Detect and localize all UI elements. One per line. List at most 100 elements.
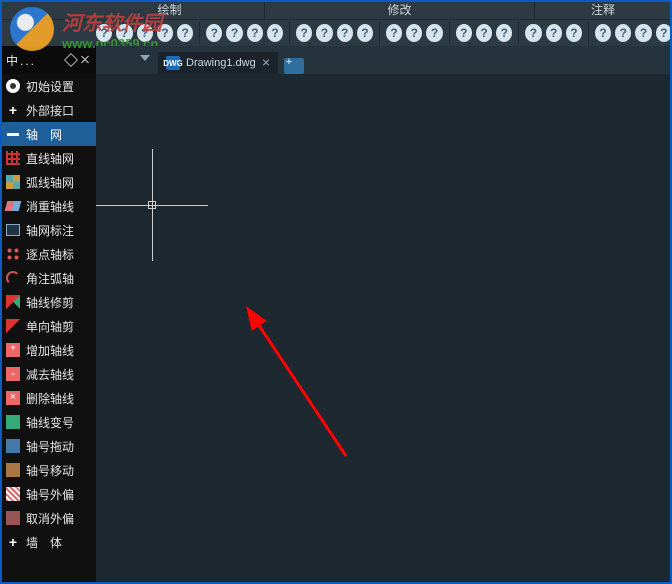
tool-label: 轴网标注 xyxy=(26,222,74,239)
ribbon-tool-icon[interactable]: ? xyxy=(635,24,651,42)
ribbon-tool-icon[interactable]: ? xyxy=(456,24,472,42)
ribbon-tool-icon[interactable]: ? xyxy=(386,24,402,42)
tool-item-19[interactable]: +墙 体 xyxy=(0,530,96,554)
ribbon-separator xyxy=(199,22,200,44)
addln-icon xyxy=(5,342,21,358)
tool-item-17[interactable]: 轴号外偏 xyxy=(0,482,96,506)
tool-label: 消重轴线 xyxy=(26,198,74,215)
tool-item-12[interactable]: 减去轴线 xyxy=(0,362,96,386)
tool-item-9[interactable]: 轴线修剪 xyxy=(0,290,96,314)
tool-label: 轴线变号 xyxy=(26,414,74,431)
tool-item-16[interactable]: 轴号移动 xyxy=(0,458,96,482)
ribbon-tool-icon[interactable]: ? xyxy=(496,24,512,42)
ribbon-tool-icon[interactable]: ? xyxy=(157,24,173,42)
ribbon-tool-icon[interactable]: ? xyxy=(177,24,193,42)
tool-item-1[interactable]: + 外部接口 xyxy=(0,98,96,122)
ribbon-tool-icon[interactable]: ? xyxy=(595,24,611,42)
tool-item-11[interactable]: 增加轴线 xyxy=(0,338,96,362)
tool-label: 外部接口 xyxy=(26,102,74,119)
plus-icon: + xyxy=(5,102,21,118)
ribbon-tool-icon[interactable]: ? xyxy=(116,24,132,42)
ribbon-tool-icon[interactable]: ? xyxy=(426,24,442,42)
plus-icon: + xyxy=(5,534,21,550)
tool-item-14[interactable]: 轴线变号 xyxy=(0,410,96,434)
subln-icon xyxy=(5,366,21,382)
drawing-viewport[interactable]: DWG Drawing1.dwg xyxy=(96,46,672,584)
ribbon-tool-icon[interactable]: ? xyxy=(615,24,631,42)
minus-icon xyxy=(5,126,21,142)
ribbon-tool-icon[interactable]: ? xyxy=(476,24,492,42)
ribbon-toolbar: ?????????????????????????? xyxy=(0,20,672,46)
tool-label: 初始设置 xyxy=(26,78,74,95)
tool-label: 轴号移动 xyxy=(26,462,74,479)
tool-label: 逐点轴标 xyxy=(26,246,74,263)
tool-label: 轴线修剪 xyxy=(26,294,74,311)
tab-filename: Drawing1.dwg xyxy=(186,57,256,69)
ribbon-tool-icon[interactable]: ? xyxy=(296,24,312,42)
ribbon-tool-icon[interactable]: ? xyxy=(357,24,373,42)
ribbon-tool-icon[interactable]: ? xyxy=(206,24,222,42)
tool-label: 删除轴线 xyxy=(26,390,74,407)
ribbon-tool-icon[interactable]: ? xyxy=(137,24,153,42)
arc-icon xyxy=(5,270,21,286)
tool-label: 直线轴网 xyxy=(26,150,74,167)
ribbon-tool-icon[interactable]: ? xyxy=(566,24,582,42)
tool-item-8[interactable]: 角注弧轴 xyxy=(0,266,96,290)
tab-list-dropdown-icon[interactable] xyxy=(140,55,150,65)
ribbon-separator xyxy=(289,22,290,44)
ribbon-tool-icon[interactable]: ? xyxy=(406,24,422,42)
tool-item-13[interactable]: 删除轴线 xyxy=(0,386,96,410)
dwg-file-icon: DWG xyxy=(166,56,180,70)
menu-annotate[interactable]: 注释 xyxy=(535,0,672,19)
palette-title: 中... xyxy=(6,52,62,69)
tool-item-4[interactable]: 弧线轴网 xyxy=(0,170,96,194)
tool-item-2[interactable]: 轴 网 xyxy=(0,122,96,146)
tool-label: 轴 网 xyxy=(26,126,62,143)
new-tab-button[interactable] xyxy=(284,58,304,74)
tool-item-0[interactable]: 初始设置 xyxy=(0,74,96,98)
grid-b-icon xyxy=(5,174,21,190)
pin-icon[interactable] xyxy=(64,53,78,67)
ribbon-tool-icon[interactable]: ? xyxy=(267,24,283,42)
menu-modify[interactable]: 修改 xyxy=(265,0,535,19)
ribbon-tool-icon[interactable]: ? xyxy=(226,24,242,42)
tool-label: 轴号拖动 xyxy=(26,438,74,455)
menu-bar: 绘制 修改 注释 xyxy=(0,0,672,20)
tool-label: 取消外偏 xyxy=(26,510,74,527)
ribbon-tool-icon[interactable]: ? xyxy=(247,24,263,42)
crosshair-pickbox xyxy=(148,201,156,209)
document-tab[interactable]: DWG Drawing1.dwg xyxy=(158,52,278,74)
tab-close-icon[interactable] xyxy=(262,59,270,67)
off-icon xyxy=(5,486,21,502)
tool-label: 角注弧轴 xyxy=(26,270,74,287)
menu-draw[interactable]: 绘制 xyxy=(75,0,265,19)
grid-r-icon xyxy=(5,150,21,166)
ribbon-tool-icon[interactable]: ? xyxy=(96,24,112,42)
trim-icon xyxy=(5,294,21,310)
document-tabs: DWG Drawing1.dwg xyxy=(96,46,672,74)
trim1-icon xyxy=(5,318,21,334)
ribbon-separator xyxy=(518,22,519,44)
move-icon xyxy=(5,462,21,478)
tool-item-18[interactable]: 取消外偏 xyxy=(0,506,96,530)
ribbon-separator xyxy=(449,22,450,44)
palette-header[interactable]: 中... xyxy=(0,46,96,74)
ribbon-separator xyxy=(379,22,380,44)
tool-item-15[interactable]: 轴号拖动 xyxy=(0,434,96,458)
cancel-icon xyxy=(5,510,21,526)
tool-item-6[interactable]: 轴网标注 xyxy=(0,218,96,242)
tool-item-10[interactable]: 单向轴剪 xyxy=(0,314,96,338)
tool-item-3[interactable]: 直线轴网 xyxy=(0,146,96,170)
ribbon-tool-icon[interactable]: ? xyxy=(525,24,541,42)
ribbon-tool-icon[interactable]: ? xyxy=(316,24,332,42)
tool-label: 单向轴剪 xyxy=(26,318,74,335)
tool-item-5[interactable]: 消重轴线 xyxy=(0,194,96,218)
renum-icon xyxy=(5,414,21,430)
ribbon-tool-icon[interactable]: ? xyxy=(337,24,353,42)
close-icon[interactable] xyxy=(80,55,90,65)
ribbon-tool-icon[interactable]: ? xyxy=(546,24,562,42)
ribbon-tool-icon[interactable]: ? xyxy=(656,24,672,42)
tag-icon xyxy=(5,222,21,238)
tool-label: 轴号外偏 xyxy=(26,486,74,503)
tool-item-7[interactable]: 逐点轴标 xyxy=(0,242,96,266)
